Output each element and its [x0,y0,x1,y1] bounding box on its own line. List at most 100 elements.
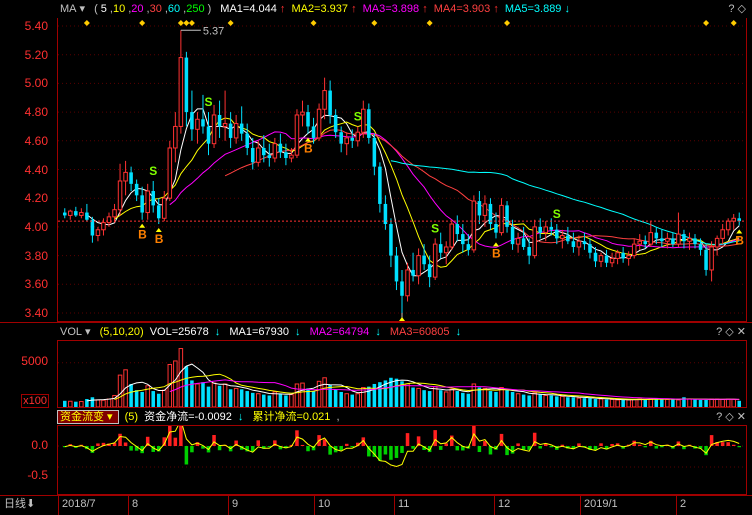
volume-bar [262,394,266,407]
candle-body [112,209,117,218]
panel-help-icon[interactable]: ? ◇ ✕ [716,325,746,338]
flow-bar [118,433,122,446]
x-axis-tick [128,495,129,515]
candle-body [85,212,89,220]
vol-indicator-select[interactable]: VOL ▾ [60,326,94,338]
x-axis-frame [0,495,752,515]
volume-bar [156,393,161,407]
price-chart-panel[interactable]: 5.373.40BBBBBBSSSSS [57,18,747,322]
ma-indicator-select[interactable]: MA ▾ [60,3,88,15]
candle-body [239,123,244,134]
x-axis-tick [494,495,495,515]
flow-bar [737,446,741,448]
ma-values: MA1=4.044 ↑ MA2=3.937 ↑ MA3=3.898 ↑ MA4=3.9… [220,3,576,15]
volume-bar [471,383,477,407]
x-axis-tick [394,495,395,515]
flow-bar [438,446,443,450]
money-flow-chart [58,426,746,468]
dropdown-arrow-icon: ▾ [85,326,91,338]
candle-body [477,201,482,216]
volume-bar [117,374,123,407]
buy-signal: B [155,232,164,246]
candle-body [582,241,587,245]
candle-body [74,211,78,216]
volume-bar [532,392,537,407]
vol-ma3: MA3=60805 ↓ [389,326,462,338]
volume-bar [449,388,455,407]
volume-bar [515,393,521,407]
period-selector[interactable]: 日线⬇ [4,497,35,511]
flow-bar [577,443,581,446]
vol-axis: 5000 x100 [0,340,57,408]
candle-body [134,183,139,196]
candle-body [184,57,189,113]
volume-bar [339,391,343,407]
candle-body [698,244,703,250]
candle-body [725,220,731,231]
candle-body [151,191,155,206]
volume-bar [455,391,460,407]
volume-bar [698,399,703,407]
price-tick: 4.60 [24,133,48,148]
candle-body [262,147,266,156]
volume-bar [626,399,631,407]
low-label: 3.40 [418,320,439,321]
flow-net: 资金净流=-0.0092 ↓ [144,411,244,423]
volume-bar [233,387,239,407]
buy-signal: B [492,246,501,260]
candle-body [140,195,144,213]
price-tick: 3.60 [24,277,48,292]
volume-bar [68,400,73,407]
x-axis-label: 10 [318,498,331,510]
buy-signal: B [735,233,744,247]
flow-bar [455,446,460,451]
x-axis-tick [58,495,59,515]
candle-body [372,137,377,167]
dropdown-arrow-icon: ▾ [107,411,113,423]
flow-bar [123,442,128,446]
volume-bar [643,399,648,407]
flow-bar [217,446,222,451]
volume-bar [687,398,692,407]
panel-help-icon[interactable]: ? ◇ [728,2,746,15]
volume-bar [609,398,615,407]
candle-body [466,244,471,250]
sell-signal: S [354,109,362,123]
panel-help-icon[interactable]: ? ◇ ✕ [716,410,746,423]
volume-bar [211,382,217,407]
ma-param: 60 [167,3,181,15]
flow-indicator-select[interactable]: 资金流变 ▾ [57,410,119,424]
candle-body [294,114,300,156]
candle-body [631,243,637,257]
flow-bar [637,444,642,446]
ma-param: 20 [131,3,144,15]
volume-bar [466,393,471,407]
volume-bar [284,395,288,407]
flow-bar [394,446,399,458]
candle-body [427,264,432,278]
flow-bar [383,446,388,455]
candle-body [316,108,322,139]
buy-signal: B [138,228,147,242]
volume-bar [461,392,465,407]
flow-chart-panel[interactable] [57,425,747,495]
volume-chart [58,348,746,407]
candle-body [671,238,675,245]
flow-bar [610,443,614,446]
volume-bar [129,383,133,407]
volume-bar [604,399,609,407]
event-marker-icon [703,20,710,26]
volume-chart-panel[interactable] [57,340,747,408]
candle-body [704,249,708,270]
candle-body [211,114,217,145]
candle-body [344,137,349,145]
event-marker-icon [139,20,146,26]
candle-body [687,237,692,242]
price-tick: 4.80 [24,105,48,120]
volume-bar [538,394,542,407]
ma60-line [390,160,740,246]
volume-bar [676,399,681,407]
price-tick: 5.40 [24,19,48,33]
volume-bar [505,390,509,407]
candle-body [79,212,84,216]
